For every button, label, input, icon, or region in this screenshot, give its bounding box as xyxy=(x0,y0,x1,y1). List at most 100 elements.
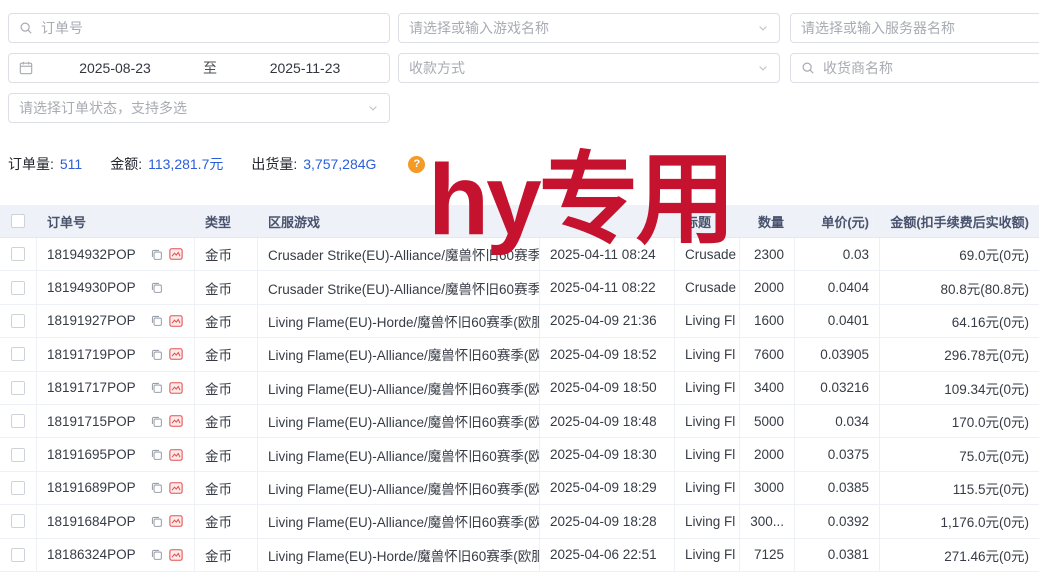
order-amount: 75.0元(0元) xyxy=(880,438,1039,470)
image-icon[interactable] xyxy=(169,448,183,462)
server-game: Crusader Strike(EU)-Alliance/魔兽怀旧60赛季(欧服… xyxy=(258,238,540,270)
order-qty: 2300 xyxy=(740,238,795,270)
row-checkbox[interactable] xyxy=(11,414,25,428)
table-row: 18194932POP 金币 Crusader Strike(EU)-Allia… xyxy=(0,238,1039,271)
table-row: 18194930POP 金币 Crusader Strike(EU)-Allia… xyxy=(0,271,1039,304)
col-server-game: 区服游戏 xyxy=(258,205,540,237)
row-checkbox[interactable] xyxy=(11,448,25,462)
order-no: 18191695POP xyxy=(47,447,136,462)
game-select-placeholder: 请选择或输入游戏名称 xyxy=(409,18,749,38)
order-no: 18194932POP xyxy=(47,247,136,262)
game-select[interactable]: 请选择或输入游戏名称 xyxy=(398,13,780,43)
image-icon[interactable] xyxy=(169,481,183,495)
order-qty: 3400 xyxy=(740,372,795,404)
order-price: 0.0401 xyxy=(795,305,880,337)
image-icon[interactable] xyxy=(169,314,183,328)
image-icon[interactable] xyxy=(169,381,183,395)
order-number-input[interactable] xyxy=(41,20,379,36)
order-type: 金币 xyxy=(195,305,258,337)
order-title: Crusade xyxy=(675,238,740,270)
order-qty: 300... xyxy=(740,505,795,537)
image-icon[interactable] xyxy=(169,247,183,261)
order-qty: 2000 xyxy=(740,438,795,470)
table-row: 18191719POP 金币 Living Flame(EU)-Alliance… xyxy=(0,338,1039,371)
order-type: 金币 xyxy=(195,539,258,571)
copy-icon[interactable] xyxy=(150,314,163,327)
order-no: 18194930POP xyxy=(47,280,136,295)
status-select-placeholder: 请选择订单状态，支持多选 xyxy=(19,98,359,118)
image-icon[interactable] xyxy=(169,514,183,528)
order-time: 2025-04-09 18:28 xyxy=(540,505,675,537)
date-start[interactable]: 2025-08-23 xyxy=(41,60,189,76)
receiver-search-field[interactable] xyxy=(790,53,1039,83)
copy-icon[interactable] xyxy=(150,248,163,261)
order-title: Living Fl xyxy=(675,505,740,537)
table-row: 18191689POP 金币 Living Flame(EU)-Alliance… xyxy=(0,472,1039,505)
order-qty: 5000 xyxy=(740,405,795,437)
order-amount: 80.8元(80.8元) xyxy=(880,271,1039,303)
table-row: 18191695POP 金币 Living Flame(EU)-Alliance… xyxy=(0,438,1039,471)
col-price: 单价(元) xyxy=(795,205,880,237)
order-no: 18186324POP xyxy=(47,547,136,562)
amount-label: 金额: xyxy=(110,154,142,174)
date-end[interactable]: 2025-11-23 xyxy=(231,60,379,76)
order-count-value: 511 xyxy=(60,156,82,172)
table-row: 18186324POP 金币 Living Flame(EU)-Horde/魔兽… xyxy=(0,539,1039,572)
payment-method-select[interactable]: 收款方式 xyxy=(398,53,780,83)
stats-bar: 订单量: 511 金额: 113,281.7元 出货量: 3,757,284G … xyxy=(8,154,425,174)
copy-icon[interactable] xyxy=(150,348,163,361)
order-amount: 271.46元(0元) xyxy=(880,539,1039,571)
copy-icon[interactable] xyxy=(150,515,163,528)
order-price: 0.0404 xyxy=(795,271,880,303)
table-row: 18191717POP 金币 Living Flame(EU)-Alliance… xyxy=(0,372,1039,405)
order-title: Living Fl xyxy=(675,338,740,370)
order-qty: 7125 xyxy=(740,539,795,571)
row-checkbox[interactable] xyxy=(11,314,25,328)
col-qty: 数量 xyxy=(740,205,795,237)
order-amount: 109.34元(0元) xyxy=(880,372,1039,404)
question-icon[interactable]: ? xyxy=(408,156,425,173)
server-game: Crusader Strike(EU)-Alliance/魔兽怀旧60赛季(欧服… xyxy=(258,271,540,303)
order-price: 0.03905 xyxy=(795,338,880,370)
order-type: 金币 xyxy=(195,238,258,270)
shipment-value: 3,757,284G xyxy=(303,156,376,172)
row-checkbox[interactable] xyxy=(11,481,25,495)
copy-icon[interactable] xyxy=(150,381,163,394)
row-checkbox[interactable] xyxy=(11,381,25,395)
order-title: Living Fl xyxy=(675,372,740,404)
date-range-picker[interactable]: 2025-08-23 至 2025-11-23 xyxy=(8,53,390,83)
order-amount: 69.0元(0元) xyxy=(880,238,1039,270)
order-amount: 64.16元(0元) xyxy=(880,305,1039,337)
order-no: 18191689POP xyxy=(47,480,136,495)
row-checkbox[interactable] xyxy=(11,548,25,562)
server-game: Living Flame(EU)-Horde/魔兽怀旧60赛季(欧服) xyxy=(258,539,540,571)
order-type: 金币 xyxy=(195,472,258,504)
server-select[interactable]: 请选择或输入服务器名称 xyxy=(790,13,1039,43)
order-title: Living Fl xyxy=(675,472,740,504)
chevron-down-icon xyxy=(757,22,769,34)
copy-icon[interactable] xyxy=(150,281,163,294)
image-icon[interactable] xyxy=(169,548,183,562)
server-game: Living Flame(EU)-Alliance/魔兽怀旧60赛季(欧服) xyxy=(258,505,540,537)
image-icon[interactable] xyxy=(169,347,183,361)
order-management-page: 请选择或输入游戏名称 请选择或输入服务器名称 2025-08-23 至 2025… xyxy=(0,0,1039,581)
order-type: 金币 xyxy=(195,372,258,404)
receiver-search-input[interactable] xyxy=(823,60,1039,76)
col-title: 标题 xyxy=(675,205,740,237)
copy-icon[interactable] xyxy=(150,548,163,561)
image-icon[interactable] xyxy=(169,414,183,428)
select-all-checkbox[interactable] xyxy=(11,214,25,228)
order-title: Living Fl xyxy=(675,438,740,470)
order-status-select[interactable]: 请选择订单状态，支持多选 xyxy=(8,93,390,123)
chevron-down-icon xyxy=(367,102,379,114)
row-checkbox[interactable] xyxy=(11,247,25,261)
copy-icon[interactable] xyxy=(150,481,163,494)
copy-icon[interactable] xyxy=(150,448,163,461)
row-checkbox[interactable] xyxy=(11,347,25,361)
row-checkbox[interactable] xyxy=(11,514,25,528)
order-number-field[interactable] xyxy=(8,13,390,43)
copy-icon[interactable] xyxy=(150,415,163,428)
table-row: 18191684POP 金币 Living Flame(EU)-Alliance… xyxy=(0,505,1039,538)
row-checkbox[interactable] xyxy=(11,281,25,295)
order-amount: 115.5元(0元) xyxy=(880,472,1039,504)
